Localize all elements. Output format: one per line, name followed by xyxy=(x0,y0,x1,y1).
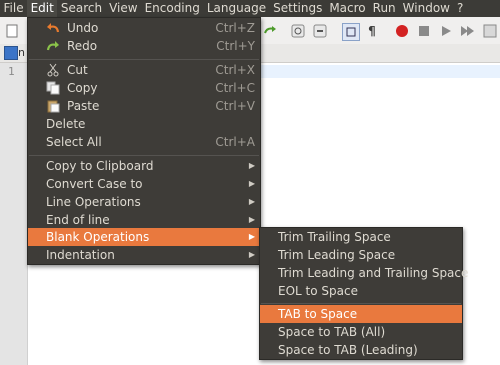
zoom-out-icon[interactable] xyxy=(312,23,328,39)
blank-operations-submenu: Trim Trailing Space Trim Leading Space T… xyxy=(259,227,468,360)
submenu-item-space-to-tab-leading[interactable]: Space to TAB (Leading) xyxy=(260,341,462,359)
submenu-item-trim-leading[interactable]: Trim Leading Space xyxy=(260,246,462,264)
submenu-item-trim-both[interactable]: Trim Leading and Trailing Space xyxy=(260,264,468,282)
play-macro-icon[interactable] xyxy=(438,23,454,39)
submenu-arrow-icon: ▶ xyxy=(248,179,255,188)
wrap-icon[interactable] xyxy=(342,23,360,41)
menu-view[interactable]: View xyxy=(106,0,141,17)
record-macro-icon[interactable] xyxy=(394,23,410,39)
menu-item-blank-operations[interactable]: Blank Operations ▶ xyxy=(28,228,260,246)
tab-label-fragment[interactable]: n xyxy=(18,46,25,59)
menu-item-undo[interactable]: Undo Ctrl+Z xyxy=(28,19,260,37)
menu-edit[interactable]: Edit xyxy=(27,0,58,17)
submenu-arrow-icon: ▶ xyxy=(248,232,255,241)
line-number-gutter xyxy=(0,63,28,365)
save-icon[interactable] xyxy=(4,46,18,60)
menu-language[interactable]: Language xyxy=(203,0,269,17)
menu-macro[interactable]: Macro xyxy=(326,0,369,17)
submenu-item-eol-to-space[interactable]: EOL to Space xyxy=(260,282,462,300)
undo-icon xyxy=(46,21,60,35)
save-macro-icon[interactable] xyxy=(482,23,498,39)
menu-item-end-of-line[interactable]: End of line ▶ xyxy=(28,211,260,229)
menu-encoding[interactable]: Encoding xyxy=(141,0,203,17)
menu-item-convert-case[interactable]: Convert Case to ▶ xyxy=(28,175,260,193)
menu-item-paste[interactable]: Paste Ctrl+V xyxy=(28,97,260,115)
menu-file[interactable]: File xyxy=(0,0,27,17)
menu-help[interactable]: ? xyxy=(454,0,467,17)
menu-item-line-operations[interactable]: Line Operations ▶ xyxy=(28,193,260,211)
line-number: 1 xyxy=(8,65,15,78)
redo-toolbar-icon[interactable] xyxy=(262,23,278,39)
edit-menu: Undo Ctrl+Z Redo Ctrl+Y Cut Ctrl+X Copy … xyxy=(27,17,261,265)
submenu-arrow-icon: ▶ xyxy=(248,197,255,206)
menu-item-indentation[interactable]: Indentation ▶ xyxy=(28,246,260,264)
menu-separator xyxy=(29,59,259,60)
menu-settings[interactable]: Settings xyxy=(270,0,326,17)
show-all-chars-icon[interactable]: ¶ xyxy=(364,23,380,39)
menu-run[interactable]: Run xyxy=(369,0,399,17)
submenu-arrow-icon: ▶ xyxy=(248,161,255,170)
menu-item-copy-to-clipboard[interactable]: Copy to Clipboard ▶ xyxy=(28,157,260,175)
cut-icon xyxy=(46,63,60,77)
menu-separator xyxy=(261,303,461,304)
run-multiple-icon[interactable] xyxy=(460,23,476,39)
new-file-icon[interactable] xyxy=(4,23,20,39)
menu-item-delete[interactable]: Delete xyxy=(28,115,260,133)
submenu-arrow-icon: ▶ xyxy=(248,250,255,259)
menu-item-redo[interactable]: Redo Ctrl+Y xyxy=(28,37,260,55)
menu-search[interactable]: Search xyxy=(57,0,105,17)
copy-icon xyxy=(46,81,60,95)
submenu-item-space-to-tab-all[interactable]: Space to TAB (All) xyxy=(260,323,462,341)
zoom-in-icon[interactable] xyxy=(290,23,306,39)
paste-icon xyxy=(46,99,60,113)
menu-window[interactable]: Window xyxy=(399,0,453,17)
menu-item-cut[interactable]: Cut Ctrl+X xyxy=(28,61,260,79)
menu-item-copy[interactable]: Copy Ctrl+C xyxy=(28,79,260,97)
submenu-item-trim-trailing[interactable]: Trim Trailing Space xyxy=(260,228,462,246)
menu-item-select-all[interactable]: Select All Ctrl+A xyxy=(28,133,260,151)
menu-separator xyxy=(29,155,259,156)
submenu-item-tab-to-space[interactable]: TAB to Space xyxy=(260,305,462,323)
menu-bar: File Edit Search View Encoding Language … xyxy=(0,0,500,17)
stop-macro-icon[interactable] xyxy=(416,23,432,39)
submenu-arrow-icon: ▶ xyxy=(248,215,255,224)
redo-icon xyxy=(46,39,60,53)
